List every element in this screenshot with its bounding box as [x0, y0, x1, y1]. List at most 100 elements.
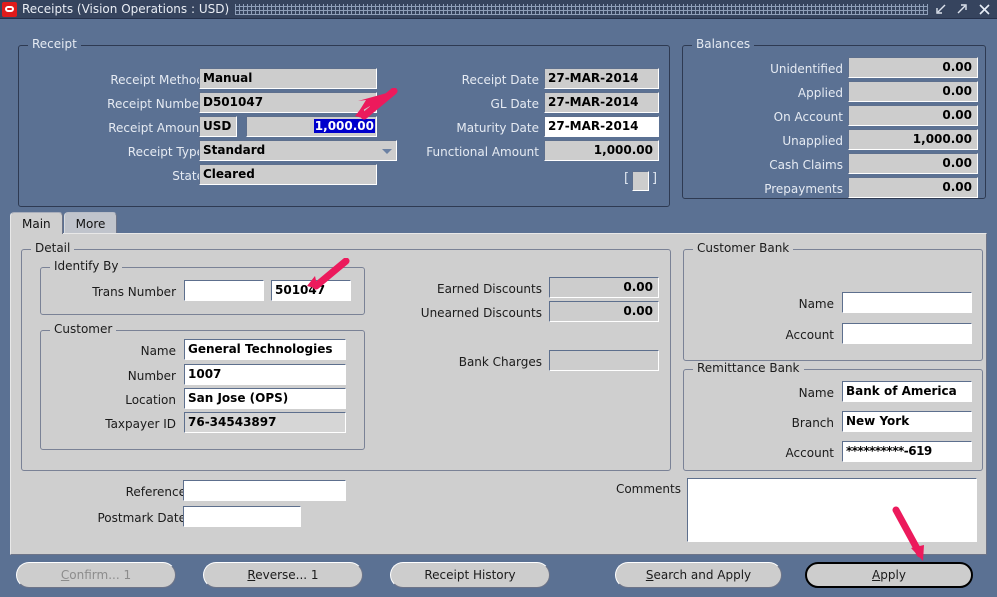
customer-number-field[interactable]: 1007: [184, 364, 346, 385]
trans-number-label: Trans Number: [92, 285, 176, 299]
customer-name-label: Name: [140, 344, 176, 358]
title-bar-hatch-pattern: [235, 3, 928, 15]
balance-field-applied: 0.00: [848, 81, 978, 102]
search-and-apply-label: earch and Apply: [653, 568, 752, 582]
receipt-method-field[interactable]: Manual: [199, 68, 377, 89]
customer-taxpayer-id-field: 76-34543897: [184, 412, 346, 433]
receipt-type-dropdown[interactable]: Standard: [199, 140, 397, 161]
comments-textarea[interactable]: [687, 478, 977, 542]
tab-strip: Main More: [10, 212, 118, 234]
search-and-apply-button[interactable]: Search and Apply: [615, 562, 782, 588]
window-controls: [934, 3, 997, 16]
balance-label-cash-claims: Cash Claims: [769, 158, 843, 172]
trans-number-field-2[interactable]: 501047: [271, 280, 351, 301]
gl-date-label: GL Date: [490, 97, 539, 111]
remittance-bank-name-field[interactable]: Bank of America: [842, 381, 972, 402]
customer-location-field[interactable]: San Jose (OPS): [184, 388, 346, 409]
close-button[interactable]: [978, 3, 991, 16]
balance-field-prepayments: 0.00: [848, 177, 978, 198]
comments-label: Comments: [615, 482, 681, 496]
detail-group: Detail Identify By Trans Number 501047 C…: [21, 242, 671, 471]
customer-group: Customer Name General Technologies Numbe…: [40, 323, 365, 450]
customer-taxpayer-id-label: Taxpayer ID: [105, 417, 176, 431]
receipt-amount-selected-text: 1,000.00: [313, 119, 375, 133]
detail-group-legend: Detail: [31, 242, 75, 255]
reference-label: Reference: [125, 485, 186, 499]
remittance-bank-account-field[interactable]: **********-619: [842, 441, 972, 462]
remittance-bank-group: Remittance Bank Name Bank of America Bra…: [683, 362, 983, 471]
receipt-flag-checkbox[interactable]: [632, 171, 649, 191]
apply-button[interactable]: Apply: [805, 562, 973, 588]
oracle-logo-icon: [2, 1, 17, 17]
receipt-type-value: Standard: [203, 143, 266, 157]
receipt-date-field[interactable]: 27-MAR-2014: [544, 68, 659, 89]
balance-label-unapplied: Unapplied: [782, 134, 843, 148]
earned-discounts-field: 0.00: [549, 277, 659, 298]
bank-charges-label: Bank Charges: [458, 355, 542, 369]
customer-bank-account-field[interactable]: [842, 323, 972, 344]
receipt-method-label: Receipt Method: [110, 73, 204, 87]
bracket-close: ]: [652, 171, 658, 186]
receipt-currency-field[interactable]: USD: [199, 116, 237, 137]
remittance-bank-account-label: Account: [785, 446, 834, 460]
balance-label-on-account: On Account: [773, 110, 843, 124]
main-tab-panel: Detail Identify By Trans Number 501047 C…: [10, 233, 987, 555]
balance-field-cash-claims: 0.00: [848, 153, 978, 174]
functional-amount-label: Functional Amount: [426, 145, 539, 159]
maximize-button[interactable]: [956, 3, 969, 16]
maturity-date-field[interactable]: 27-MAR-2014: [544, 116, 659, 137]
receipt-group-legend: Receipt: [28, 38, 81, 51]
apply-button-label: pply: [880, 568, 906, 582]
reverse-button-label: everse... 1: [255, 568, 319, 582]
minimize-button[interactable]: [934, 3, 947, 16]
window-title-bar: Receipts (Vision Operations : USD): [0, 0, 997, 19]
window-title: Receipts (Vision Operations : USD): [22, 2, 230, 16]
unearned-discounts-field: 0.00: [549, 301, 659, 322]
customer-name-field[interactable]: General Technologies: [184, 339, 346, 360]
customer-number-label: Number: [127, 369, 176, 383]
trans-number-field-1[interactable]: [184, 280, 264, 301]
balance-label-prepayments: Prepayments: [764, 182, 843, 196]
receipt-group: Receipt Receipt Method Manual Receipt Nu…: [18, 38, 670, 207]
receipt-type-label: Receipt Type: [127, 145, 204, 159]
identify-by-group: Identify By Trans Number 501047: [40, 260, 365, 315]
receipt-history-button-label: Receipt History: [424, 568, 516, 582]
identify-by-legend: Identify By: [50, 260, 123, 273]
balance-field-on-account: 0.00: [848, 105, 978, 126]
reverse-button[interactable]: Reverse... 1: [203, 562, 363, 588]
bank-charges-field[interactable]: [549, 350, 659, 371]
remittance-bank-name-label: Name: [798, 386, 834, 400]
tab-more[interactable]: More: [63, 212, 118, 234]
receipt-number-label: Receipt Number: [107, 97, 204, 111]
receipt-number-field[interactable]: D501047: [199, 92, 377, 113]
receipt-amount-field[interactable]: 1,000.00: [246, 116, 377, 137]
customer-location-label: Location: [125, 393, 176, 407]
customer-bank-name-field[interactable]: [842, 292, 972, 313]
confirm-button-label: onfirm... 1: [69, 568, 132, 582]
confirm-button[interactable]: Confirm... 1: [16, 562, 176, 588]
remittance-bank-branch-field[interactable]: New York: [842, 411, 972, 432]
balance-field-unapplied: 1,000.00: [848, 129, 978, 150]
receipt-amount-label: Receipt Amount: [108, 121, 204, 135]
bracket-open: [: [624, 171, 630, 186]
postmark-date-field[interactable]: [183, 506, 301, 527]
earned-discounts-label: Earned Discounts: [436, 282, 542, 296]
postmark-date-label: Postmark Date: [97, 511, 186, 525]
reference-field[interactable]: [183, 480, 346, 501]
maturity-date-label: Maturity Date: [456, 121, 539, 135]
receipt-history-button[interactable]: Receipt History: [390, 562, 550, 588]
remittance-bank-branch-label: Branch: [791, 416, 834, 430]
customer-bank-legend: Customer Bank: [693, 242, 794, 255]
customer-group-legend: Customer: [50, 323, 117, 336]
functional-amount-field[interactable]: 1,000.00: [544, 140, 659, 161]
gl-date-field[interactable]: 27-MAR-2014: [544, 92, 659, 113]
tab-main[interactable]: Main: [10, 212, 63, 234]
balance-label-applied: Applied: [797, 86, 843, 100]
remittance-bank-legend: Remittance Bank: [693, 362, 804, 375]
balance-field-unidentified: 0.00: [848, 57, 978, 78]
state-label: State: [172, 169, 204, 183]
unearned-discounts-label: Unearned Discounts: [420, 306, 542, 320]
customer-bank-name-label: Name: [798, 297, 834, 311]
receipt-date-label: Receipt Date: [461, 73, 539, 87]
state-field[interactable]: Cleared: [199, 164, 377, 185]
